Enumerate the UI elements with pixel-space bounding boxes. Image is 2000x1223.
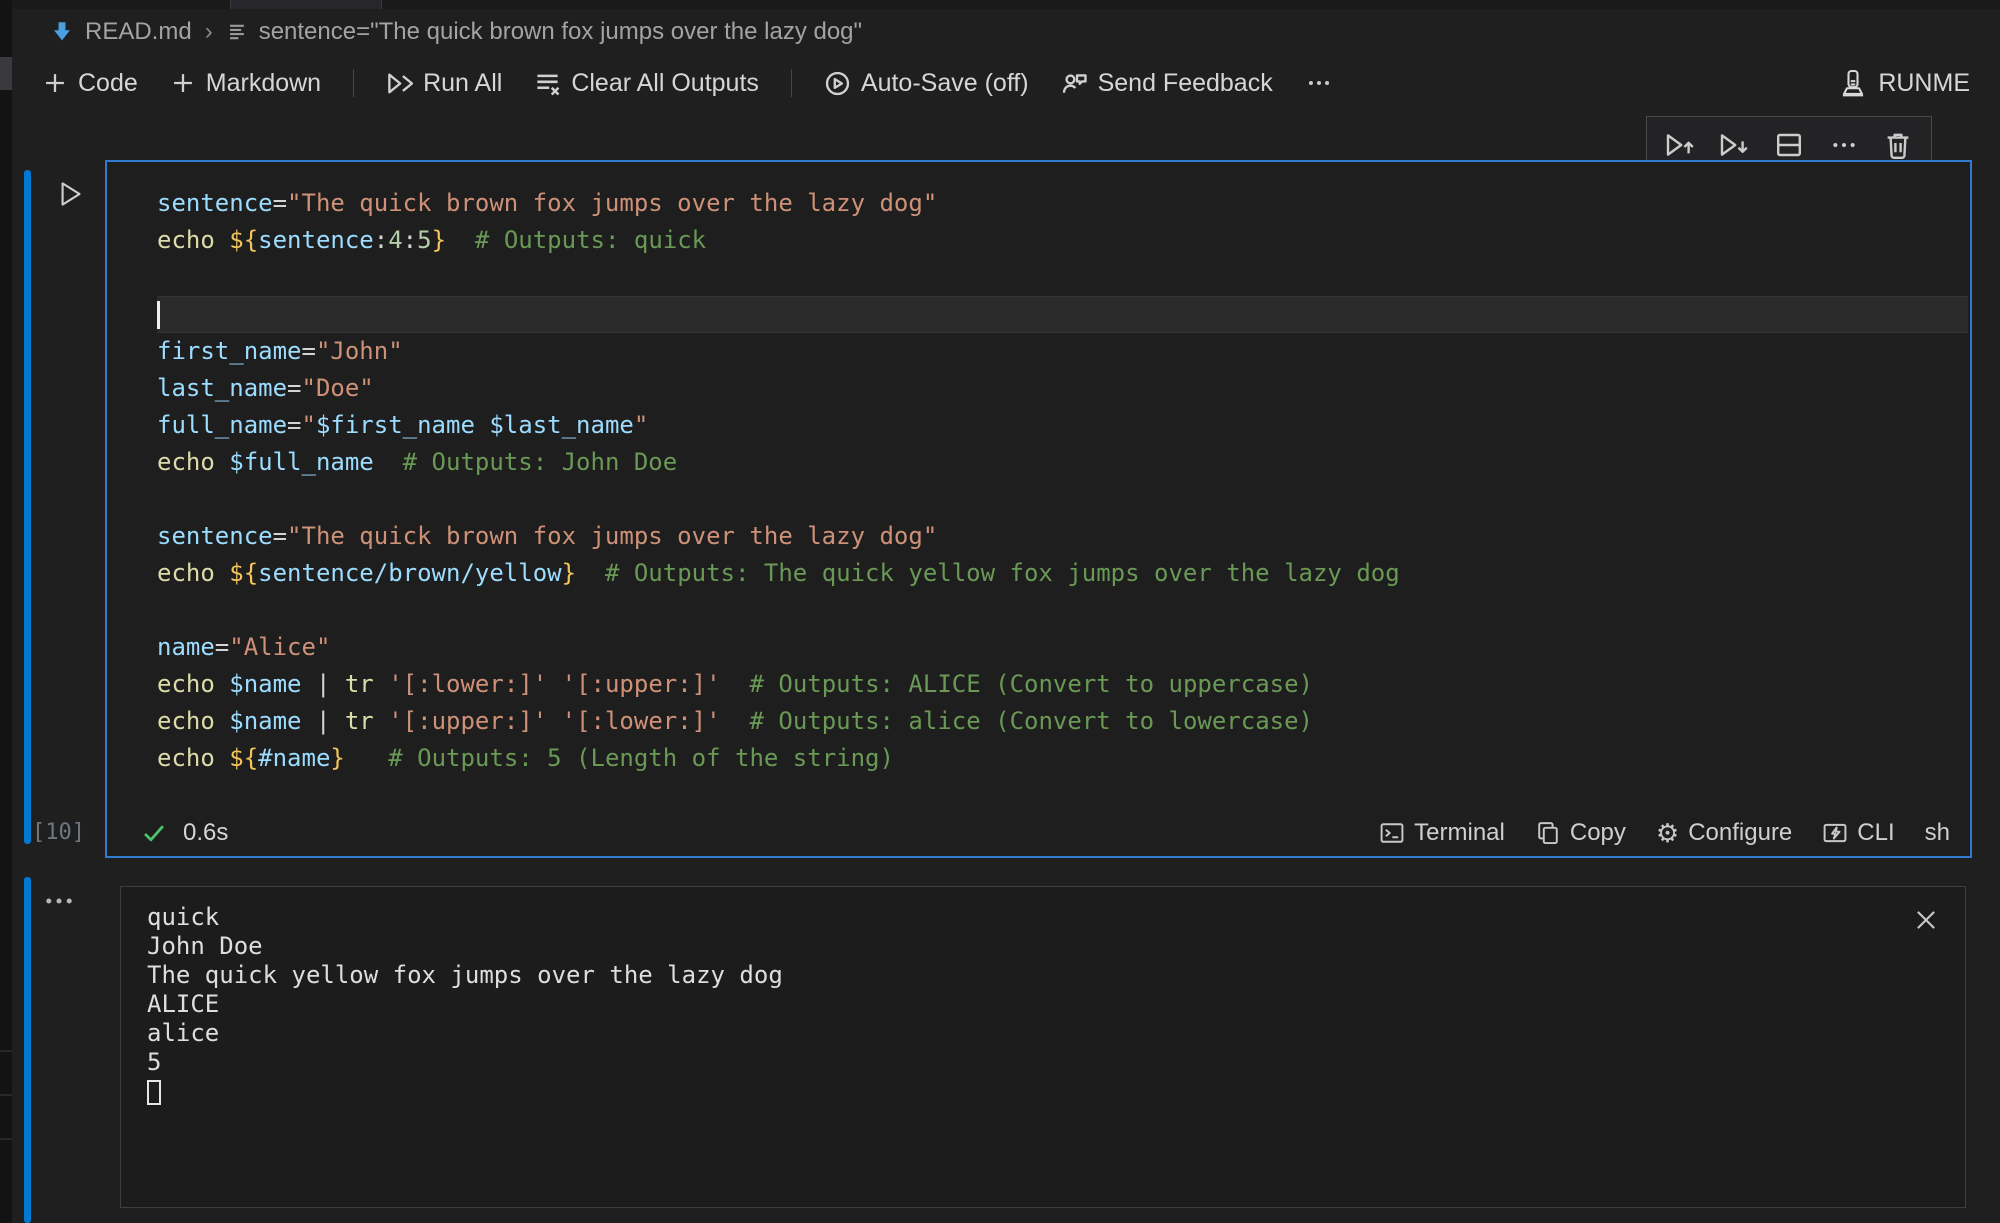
language-label: sh xyxy=(1925,819,1950,847)
copy-icon xyxy=(1535,820,1561,846)
output-line: John Doe xyxy=(147,932,1939,961)
runme-brand-label: RUNME xyxy=(1878,69,1970,98)
run-cell-button[interactable] xyxy=(52,176,88,212)
output-lines: quickJohn DoeThe quick yellow fox jumps … xyxy=(147,903,1939,1077)
output-line: 5 xyxy=(147,1048,1939,1077)
code-line[interactable]: sentence="The quick brown fox jumps over… xyxy=(157,185,1970,222)
code-line[interactable]: echo ${#name} # Outputs: 5 (Length of th… xyxy=(157,740,1970,777)
code-line[interactable]: name="Alice" xyxy=(157,629,1970,666)
terminal-label: Terminal xyxy=(1414,819,1505,847)
text-cursor xyxy=(157,301,160,329)
code-line[interactable]: echo $full_name # Outputs: John Doe xyxy=(157,444,1970,481)
language-picker[interactable]: sh xyxy=(1925,819,1950,847)
configure-button[interactable]: ⚙ Configure xyxy=(1656,819,1792,847)
plus-icon xyxy=(170,70,196,96)
breadcrumb-file[interactable]: READ.md xyxy=(50,18,192,46)
activity-strip-selection xyxy=(0,57,12,90)
copy-button[interactable]: Copy xyxy=(1535,819,1626,847)
copy-label: Copy xyxy=(1570,819,1626,847)
clear-all-label: Clear All Outputs xyxy=(571,69,759,98)
code-line[interactable] xyxy=(157,592,1970,629)
toolbar-more-button[interactable] xyxy=(1305,69,1333,97)
code-line[interactable]: last_name="Doe" xyxy=(157,370,1970,407)
code-line[interactable] xyxy=(157,481,1970,518)
breadcrumb-section-label: sentence="The quick brown fox jumps over… xyxy=(259,18,862,46)
code-lines: sentence="The quick brown fox jumps over… xyxy=(157,185,1970,777)
breadcrumb-section[interactable]: sentence="The quick brown fox jumps over… xyxy=(226,18,862,46)
plus-icon xyxy=(42,70,68,96)
activity-strip xyxy=(0,0,12,1223)
output-menu-button[interactable] xyxy=(42,884,76,918)
breadcrumb: READ.md › sentence="The quick brown fox … xyxy=(12,9,2000,55)
code-line[interactable]: echo ${sentence/brown/yellow} # Outputs:… xyxy=(157,555,1970,592)
run-all-label: Run All xyxy=(423,69,502,98)
symbol-list-icon xyxy=(226,21,248,43)
cell-focus-bar xyxy=(24,170,31,844)
auto-save-label: Auto-Save (off) xyxy=(861,69,1029,98)
runme-logo-icon xyxy=(1838,68,1868,98)
strip-divider xyxy=(0,1094,12,1096)
code-line[interactable]: echo $name | tr '[:lower:]' '[:upper:]' … xyxy=(157,666,1970,703)
output-line: alice xyxy=(147,1019,1939,1048)
tab-edge-segment xyxy=(230,0,382,9)
code-line[interactable]: full_name="$first_name $last_name" xyxy=(157,407,1970,444)
code-line[interactable]: echo $name | tr '[:upper:]' '[:lower:]' … xyxy=(157,703,1970,740)
code-cell[interactable]: sentence="The quick brown fox jumps over… xyxy=(105,160,1972,858)
cell-status-bar: 0.6s Terminal xyxy=(107,810,1970,856)
add-markdown-cell-button[interactable]: Markdown xyxy=(170,69,321,98)
configure-label: Configure xyxy=(1688,819,1792,847)
output-line: ALICE xyxy=(147,990,1939,1019)
cli-icon xyxy=(1822,820,1848,846)
terminal-button[interactable]: Terminal xyxy=(1379,819,1505,847)
gear-icon: ⚙ xyxy=(1656,820,1679,846)
auto-save-toggle[interactable]: Auto-Save (off) xyxy=(824,69,1029,98)
add-markdown-label: Markdown xyxy=(206,69,321,98)
breadcrumb-chevron: › xyxy=(203,18,215,46)
code-line[interactable]: sentence="The quick brown fox jumps over… xyxy=(157,518,1970,555)
run-all-icon xyxy=(386,70,413,97)
send-feedback-label: Send Feedback xyxy=(1098,69,1273,98)
toolbar-separator xyxy=(791,69,792,97)
breadcrumb-file-label: READ.md xyxy=(85,18,192,46)
cell-output-panel: quickJohn DoeThe quick yellow fox jumps … xyxy=(120,886,1966,1208)
add-code-label: Code xyxy=(78,69,138,98)
run-all-button[interactable]: Run All xyxy=(386,69,502,98)
code-line[interactable] xyxy=(157,259,1970,296)
execution-count: [10] xyxy=(32,820,85,845)
terminal-block-cursor xyxy=(147,1080,161,1105)
cli-label: CLI xyxy=(1857,819,1894,847)
ellipsis-icon xyxy=(1305,69,1333,97)
terminal-icon xyxy=(1379,820,1405,846)
strip-divider xyxy=(0,1138,12,1140)
cli-button[interactable]: CLI xyxy=(1822,819,1894,847)
code-line[interactable] xyxy=(157,296,1968,333)
auto-save-icon xyxy=(824,70,851,97)
code-line[interactable]: first_name="John" xyxy=(157,333,1970,370)
toolbar-separator xyxy=(353,69,354,97)
markdown-file-icon xyxy=(50,20,74,44)
code-line[interactable]: echo ${sentence:4:5} # Outputs: quick xyxy=(157,222,1970,259)
output-line: The quick yellow fox jumps over the lazy… xyxy=(147,961,1939,990)
output-line: quick xyxy=(147,903,1939,932)
send-feedback-button[interactable]: Send Feedback xyxy=(1061,69,1273,98)
tab-bar-edge xyxy=(12,0,2000,9)
code-editor[interactable]: sentence="The quick brown fox jumps over… xyxy=(107,162,1970,810)
add-code-cell-button[interactable]: Code xyxy=(42,69,138,98)
runme-brand[interactable]: RUNME xyxy=(1838,68,1970,98)
feedback-icon xyxy=(1061,70,1088,97)
clear-outputs-icon xyxy=(534,70,561,97)
notebook-window: READ.md › sentence="The quick brown fox … xyxy=(0,0,2000,1223)
close-output-button[interactable] xyxy=(1911,905,1941,935)
execution-duration: 0.6s xyxy=(183,819,228,847)
strip-divider xyxy=(0,1050,12,1052)
output-focus-bar xyxy=(24,877,31,1223)
notebook-toolbar: Code Markdown Run All xyxy=(12,55,2000,111)
success-check-icon xyxy=(141,820,167,846)
clear-all-outputs-button[interactable]: Clear All Outputs xyxy=(534,69,759,98)
